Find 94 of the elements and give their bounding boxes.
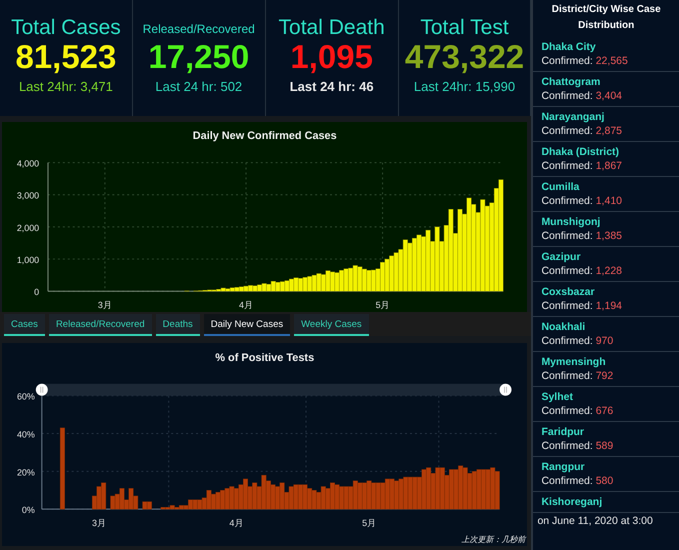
- stat-subtitle: Last 24 hr: 502: [155, 78, 242, 94]
- confirmed-count: 589: [596, 440, 614, 452]
- axis-tick-label: 20%: [16, 467, 35, 478]
- confirmed-label: Confirmed:: [541, 90, 593, 102]
- chart-tab[interactable]: Daily New Cases: [204, 314, 290, 336]
- confirmed-label: Confirmed:: [541, 160, 593, 172]
- confirmed-count: 1,410: [596, 195, 622, 207]
- confirmed-label: Confirmed:: [541, 370, 593, 382]
- district-name: Kishoreganj: [541, 495, 604, 509]
- axis-tick-label: 0: [34, 287, 40, 298]
- axis-tick-label: 5月: [362, 518, 376, 528]
- district-name: Mymensingh: [541, 355, 607, 369]
- confirmed-label: Confirmed:: [541, 300, 593, 312]
- district-name: Sylhet: [541, 390, 574, 404]
- confirmed-label: Confirmed:: [541, 335, 593, 347]
- update-time: on June 11, 2020 at 3:00: [536, 514, 654, 529]
- confirmed-count: 22,565: [596, 55, 628, 67]
- district-name: Chattogram: [541, 75, 602, 89]
- stat-value: 81,523: [15, 40, 116, 75]
- stat-title: Total Death: [278, 16, 385, 40]
- confirmed-count: 3,404: [596, 90, 622, 102]
- confirmed-count: 970: [596, 335, 614, 347]
- stat-subtitle: Last 24 hr: 46: [290, 78, 374, 94]
- update-note: 上次更新：几秒前: [461, 535, 526, 544]
- stat-value: 17,250: [148, 40, 250, 75]
- district-item[interactable]: Rangpur Confirmed: 580: [533, 457, 679, 492]
- axis-tick-label: 60%: [16, 392, 35, 402]
- confirmed-label: Confirmed:: [541, 440, 593, 452]
- district-item[interactable]: Faridpur Confirmed: 589: [533, 422, 679, 457]
- stat-subtitle: Last 24hr: 15,990: [414, 78, 516, 94]
- confirmed-label: Confirmed:: [541, 125, 593, 137]
- chart-title: % of Positive Tests: [215, 352, 314, 364]
- district-name: Dhaka (District): [541, 145, 620, 159]
- axis-tick-label: 4,000: [16, 158, 40, 169]
- axis-tick-label: 3月: [92, 518, 106, 528]
- confirmed-label: Confirmed:: [541, 405, 593, 417]
- district-name: Faridpur: [541, 425, 586, 439]
- district-name: Dhaka City: [541, 40, 597, 54]
- district-name: Munshigonj: [541, 215, 602, 229]
- confirmed-label: Confirmed:: [541, 55, 593, 67]
- district-item[interactable]: Munshigonj Confirmed: 1,385: [533, 212, 679, 247]
- stat-title: Total Test: [420, 16, 509, 40]
- chart-tab[interactable]: Released/Recovered: [48, 314, 152, 336]
- confirmed-count: 2,875: [596, 125, 622, 137]
- district-item[interactable]: Sylhet Confirmed: 676: [533, 387, 679, 422]
- district-item[interactable]: Kishoreganj: [533, 492, 679, 513]
- district-item[interactable]: Gazipur Confirmed: 1,228: [533, 247, 679, 282]
- district-item[interactable]: Chattogram Confirmed: 3,404: [533, 72, 679, 107]
- slider-handle[interactable]: [500, 384, 512, 396]
- axis-tick-label: 3月: [98, 300, 112, 310]
- district-name: Noakhali: [541, 320, 586, 334]
- district-name: Narayanganj: [541, 110, 606, 124]
- confirmed-count: 1,867: [596, 160, 622, 172]
- slider-handle[interactable]: [36, 384, 48, 396]
- confirmed-label: Confirmed:: [541, 230, 593, 242]
- district-item[interactable]: Narayanganj Confirmed: 2,875: [533, 107, 679, 142]
- district-item[interactable]: Noakhali Confirmed: 970: [533, 317, 679, 352]
- stat-value: 1,095: [290, 40, 373, 75]
- district-item[interactable]: Cumilla Confirmed: 1,410: [533, 177, 679, 212]
- confirmed-count: 676: [596, 405, 614, 417]
- axis-tick-label: 3,000: [16, 190, 40, 201]
- axis-tick-label: 4月: [239, 300, 253, 310]
- axis-tick-label: 0%: [22, 505, 35, 516]
- range-slider[interactable]: [42, 384, 506, 396]
- confirmed-label: Confirmed:: [541, 265, 593, 277]
- stat-title: Released/Recovered: [142, 21, 255, 38]
- district-name: Cumilla: [541, 180, 580, 194]
- district-item[interactable]: Dhaka (District) Confirmed: 1,867: [533, 142, 679, 177]
- district-name: Gazipur: [541, 250, 582, 264]
- confirmed-label: Confirmed:: [541, 475, 593, 487]
- axis-tick-label: 5月: [376, 300, 390, 310]
- axis-tick-label: 40%: [16, 430, 35, 440]
- chart-tab[interactable]: Cases: [4, 314, 45, 336]
- confirmed-count: 1,228: [596, 265, 622, 277]
- confirmed-count: 580: [596, 475, 614, 487]
- stat-title: Total Cases: [11, 16, 121, 40]
- axis-tick-label: 1,000: [16, 255, 40, 266]
- confirmed-count: 1,194: [596, 300, 622, 312]
- district-item[interactable]: Mymensingh Confirmed: 792: [533, 352, 679, 387]
- district-name: Rangpur: [541, 460, 586, 474]
- axis-tick-label: 2,000: [16, 222, 40, 233]
- confirmed-label: Confirmed:: [541, 195, 593, 207]
- stat-subtitle: Last 24hr: 3,471: [18, 78, 113, 94]
- sidebar-title: District/City Wise Case Distribution: [550, 3, 662, 33]
- chart-tab[interactable]: Deaths: [156, 314, 200, 336]
- axis-tick-label: 4月: [229, 518, 244, 528]
- confirmed-count: 1,385: [596, 230, 622, 242]
- chart-title: Daily New Confirmed Cases: [192, 130, 337, 142]
- stat-value: 473,322: [404, 40, 524, 75]
- district-name: Coxsbazar: [541, 285, 596, 299]
- district-item[interactable]: Dhaka City Confirmed: 22,565: [533, 37, 679, 72]
- chart-tab[interactable]: Weekly Cases: [294, 314, 369, 336]
- confirmed-count: 792: [596, 370, 614, 382]
- district-item[interactable]: Coxsbazar Confirmed: 1,194: [533, 282, 679, 317]
